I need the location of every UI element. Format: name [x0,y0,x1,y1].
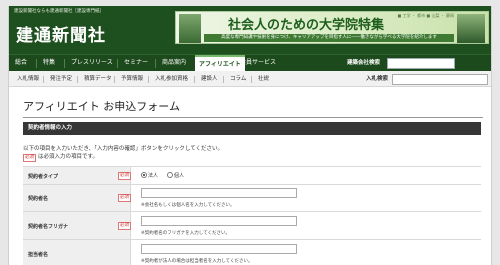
form-instructions: 以下の項目を入力いただき、「入力内容の確認」ボタンをクリックしてください。 [23,146,224,152]
nav-item-member-services[interactable]: 会員サービス [240,55,276,71]
nav-divider [155,59,156,68]
subnav-divider [223,76,224,83]
radio-individual-label: 個人 [174,173,185,179]
subnav-item-bid-info[interactable]: 入札情報 [17,71,39,87]
subnav-item-budget-info[interactable]: 予算情報 [121,71,143,87]
radio-corporation[interactable]: 法人 [141,172,158,179]
site-header: 建設新聞社ならも建通新聞社［建設専門紙］ 建通新聞社 ■ 工学 ・ 都市 ■ 山… [9,6,491,54]
subnav-divider [251,76,252,83]
subnav-item-column[interactable]: コラム [230,71,246,87]
subnav-item-estimate-data[interactable]: 積算データ [84,71,112,87]
section-header: 契約者情報の入力 [23,122,481,135]
main-nav: 総合 特集 プレスリリース セミナー 商品案内 アフィリエイト 会員サービス 建… [9,54,491,71]
header-tagline: 建設新聞社ならも建通新聞社［建設専門紙］ [14,9,104,14]
banner-campus-image [457,14,485,43]
subnav-item-order-schedule[interactable]: 発注予定 [50,71,72,87]
subnav-divider [114,76,115,83]
banner-subline: 高度な専門知識や技術を身につけ、キャリアアップを目指す人に――働きながら学べる大… [204,34,454,42]
subnav-divider [77,76,78,83]
contractor-name-hint: ※会社名もしくは個人名を入力してください。 [141,203,235,208]
subnav-divider [194,76,195,83]
nav-item-seminar[interactable]: セミナー [124,55,148,71]
contractor-kana-input[interactable] [141,216,297,226]
page-title: アフィリエイト お申込フォーム [23,100,180,113]
subnav-item-editorial[interactable]: 社説 [258,71,269,87]
company-search-input[interactable] [387,58,455,69]
radio-button-checked[interactable] [141,172,147,178]
ad-banner[interactable]: ■ 工学 ・ 都市 ■ 山梨 ・ 静岡 社会人のための大学院特集 高度な専門知識… [175,11,489,44]
bid-search-input[interactable] [392,74,488,85]
nav-divider [64,59,65,68]
subnav-divider [43,76,44,83]
title-divider [23,117,483,118]
subnav-item-bid-qualification[interactable]: 入札参加資格 [155,71,188,87]
required-legend: 必須 は必須入力の項目です。 [23,152,98,162]
nav-item-press-release[interactable]: プレスリリース [71,55,113,71]
banner-top-line: ■ 工学 ・ 都市 ■ 山梨 ・ 静岡 [397,13,454,18]
nav-divider [36,59,37,68]
person-in-charge-hint: ※契約者が法人の場合は担当者名を入力してください。 [141,259,253,264]
form-row-contractor-kana: 契約者名フリガナ 必須 ※契約者名のフリガナを入力してください。 [23,211,481,239]
bid-search-label: 入札検索 [366,76,389,82]
person-in-charge-input[interactable] [141,244,297,254]
radio-button-unchecked[interactable] [167,172,173,178]
contractor-kana-label: 契約者名フリガナ [28,224,69,230]
radio-individual[interactable]: 個人 [167,172,184,179]
page: 建設新聞社ならも建通新聞社［建設専門紙］ 建通新聞社 ■ 工学 ・ 都市 ■ 山… [8,6,492,265]
company-search-label: 建築会社検索 [347,60,381,66]
subnav-item-people[interactable]: 建設人 [201,71,218,87]
banner-building-image [179,14,201,43]
nav-divider [117,59,118,68]
subnav-divider [148,76,149,83]
radio-corporation-label: 法人 [148,173,159,179]
nav-item-products[interactable]: 商品案内 [162,55,186,71]
contractor-type-label: 契約者タイプ [28,174,59,180]
nav-item-features[interactable]: 特集 [43,55,55,71]
nav-item-affiliate[interactable]: アフィリエイト [195,55,245,71]
site-logo[interactable]: 建通新聞社 [16,21,106,46]
required-badge: 必須 [118,194,131,202]
required-legend-text: は必須入力の項目です。 [38,154,98,160]
sub-nav: 入札情報 発注予定 積算データ 予算情報 入札参加資格 建設人 コラム 社説 入… [9,71,491,87]
required-badge: 必須 [23,154,36,162]
nav-item-general[interactable]: 総合 [15,55,27,71]
required-badge: 必須 [118,222,131,230]
form-row-contractor-name: 契約者名 必須 ※会社名もしくは個人名を入力してください。 [23,184,481,211]
banner-headline: 社会人のための大学院特集 [228,18,385,33]
person-in-charge-label: 担当者名 [28,252,49,258]
form-row-contractor-type: 契約者タイプ 必須 法人 個人 [23,166,481,184]
window-frame: 建設新聞社ならも建通新聞社［建設専門紙］ 建通新聞社 ■ 工学 ・ 都市 ■ 山… [0,0,500,265]
contractor-kana-hint: ※契約者名のフリガナを入力してください。 [141,231,230,236]
required-badge: 必須 [118,172,131,180]
contractor-name-label: 契約者名 [28,196,49,202]
contractor-name-input[interactable] [141,188,297,198]
form-row-person-in-charge: 担当者名 ※契約者が法人の場合は担当者名を入力してください。 [23,239,481,265]
